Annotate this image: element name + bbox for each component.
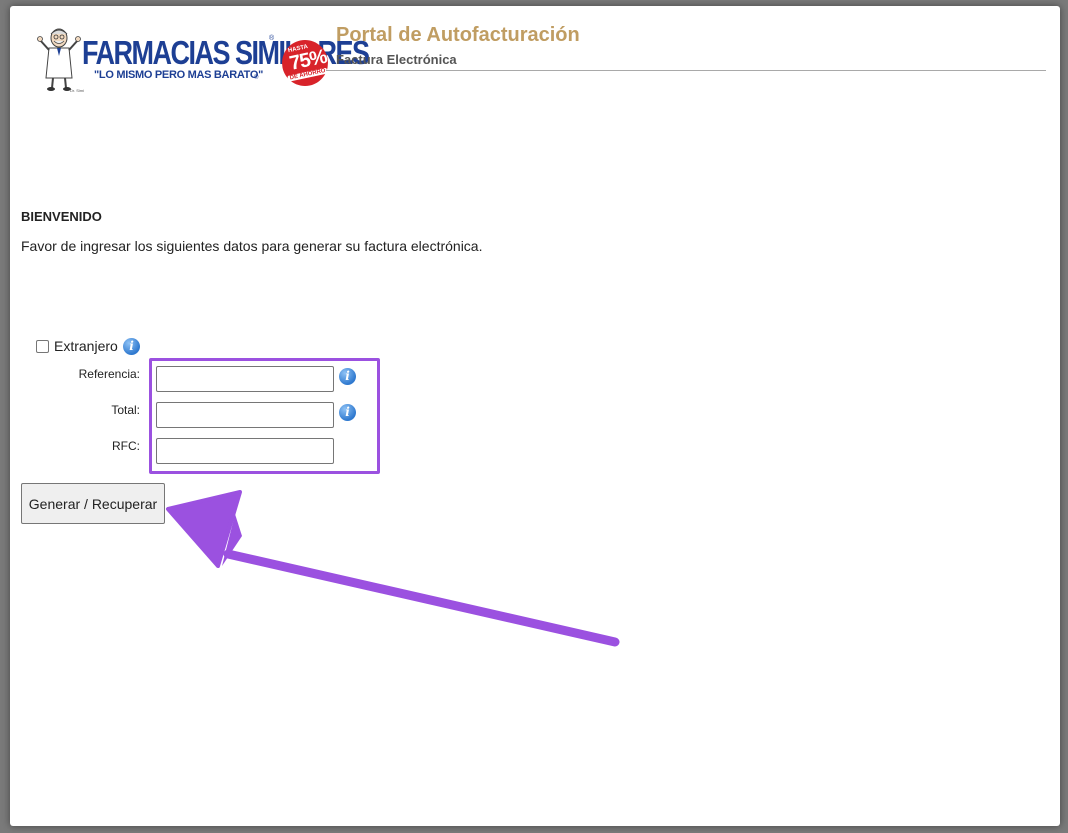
extranjero-checkbox[interactable] xyxy=(36,340,49,353)
header-divider xyxy=(326,70,1046,71)
extranjero-label: Extranjero xyxy=(54,338,118,354)
page-frame: Dr. Simi FARMACIAS SIMILARES ® "LO MISMO… xyxy=(10,6,1060,826)
rfc-label: RFC: xyxy=(112,439,140,453)
welcome-text: Favor de ingresar los siguientes datos p… xyxy=(21,238,483,254)
referencia-label: Referencia: xyxy=(78,367,140,381)
total-label: Total: xyxy=(111,403,140,417)
farmacias-similares-logo: Dr. Simi FARMACIAS SIMILARES ® "LO MISMO… xyxy=(36,26,370,96)
brand-slogan: "LO MISMO PERO MAS BARATO" xyxy=(94,69,264,81)
info-icon[interactable]: i xyxy=(339,368,356,385)
brand-registered-mark: ® xyxy=(269,35,275,42)
slogan-registered-mark: ® xyxy=(254,75,259,81)
portal-title: Portal de Autofacturación xyxy=(336,24,580,46)
rfc-input[interactable] xyxy=(156,438,334,464)
info-icon[interactable]: i xyxy=(339,404,356,421)
info-icon[interactable]: i xyxy=(123,338,140,355)
total-input[interactable] xyxy=(156,402,334,428)
referencia-input[interactable] xyxy=(156,366,334,392)
portal-subtitle: Factura Electrónica xyxy=(336,52,457,67)
welcome-title: BIENVENIDO xyxy=(21,209,102,224)
generar-recuperar-button[interactable]: Generar / Recuperar xyxy=(21,483,165,524)
doctor-mascot-icon xyxy=(37,28,81,91)
doctor-signature: Dr. Simi xyxy=(70,88,84,93)
